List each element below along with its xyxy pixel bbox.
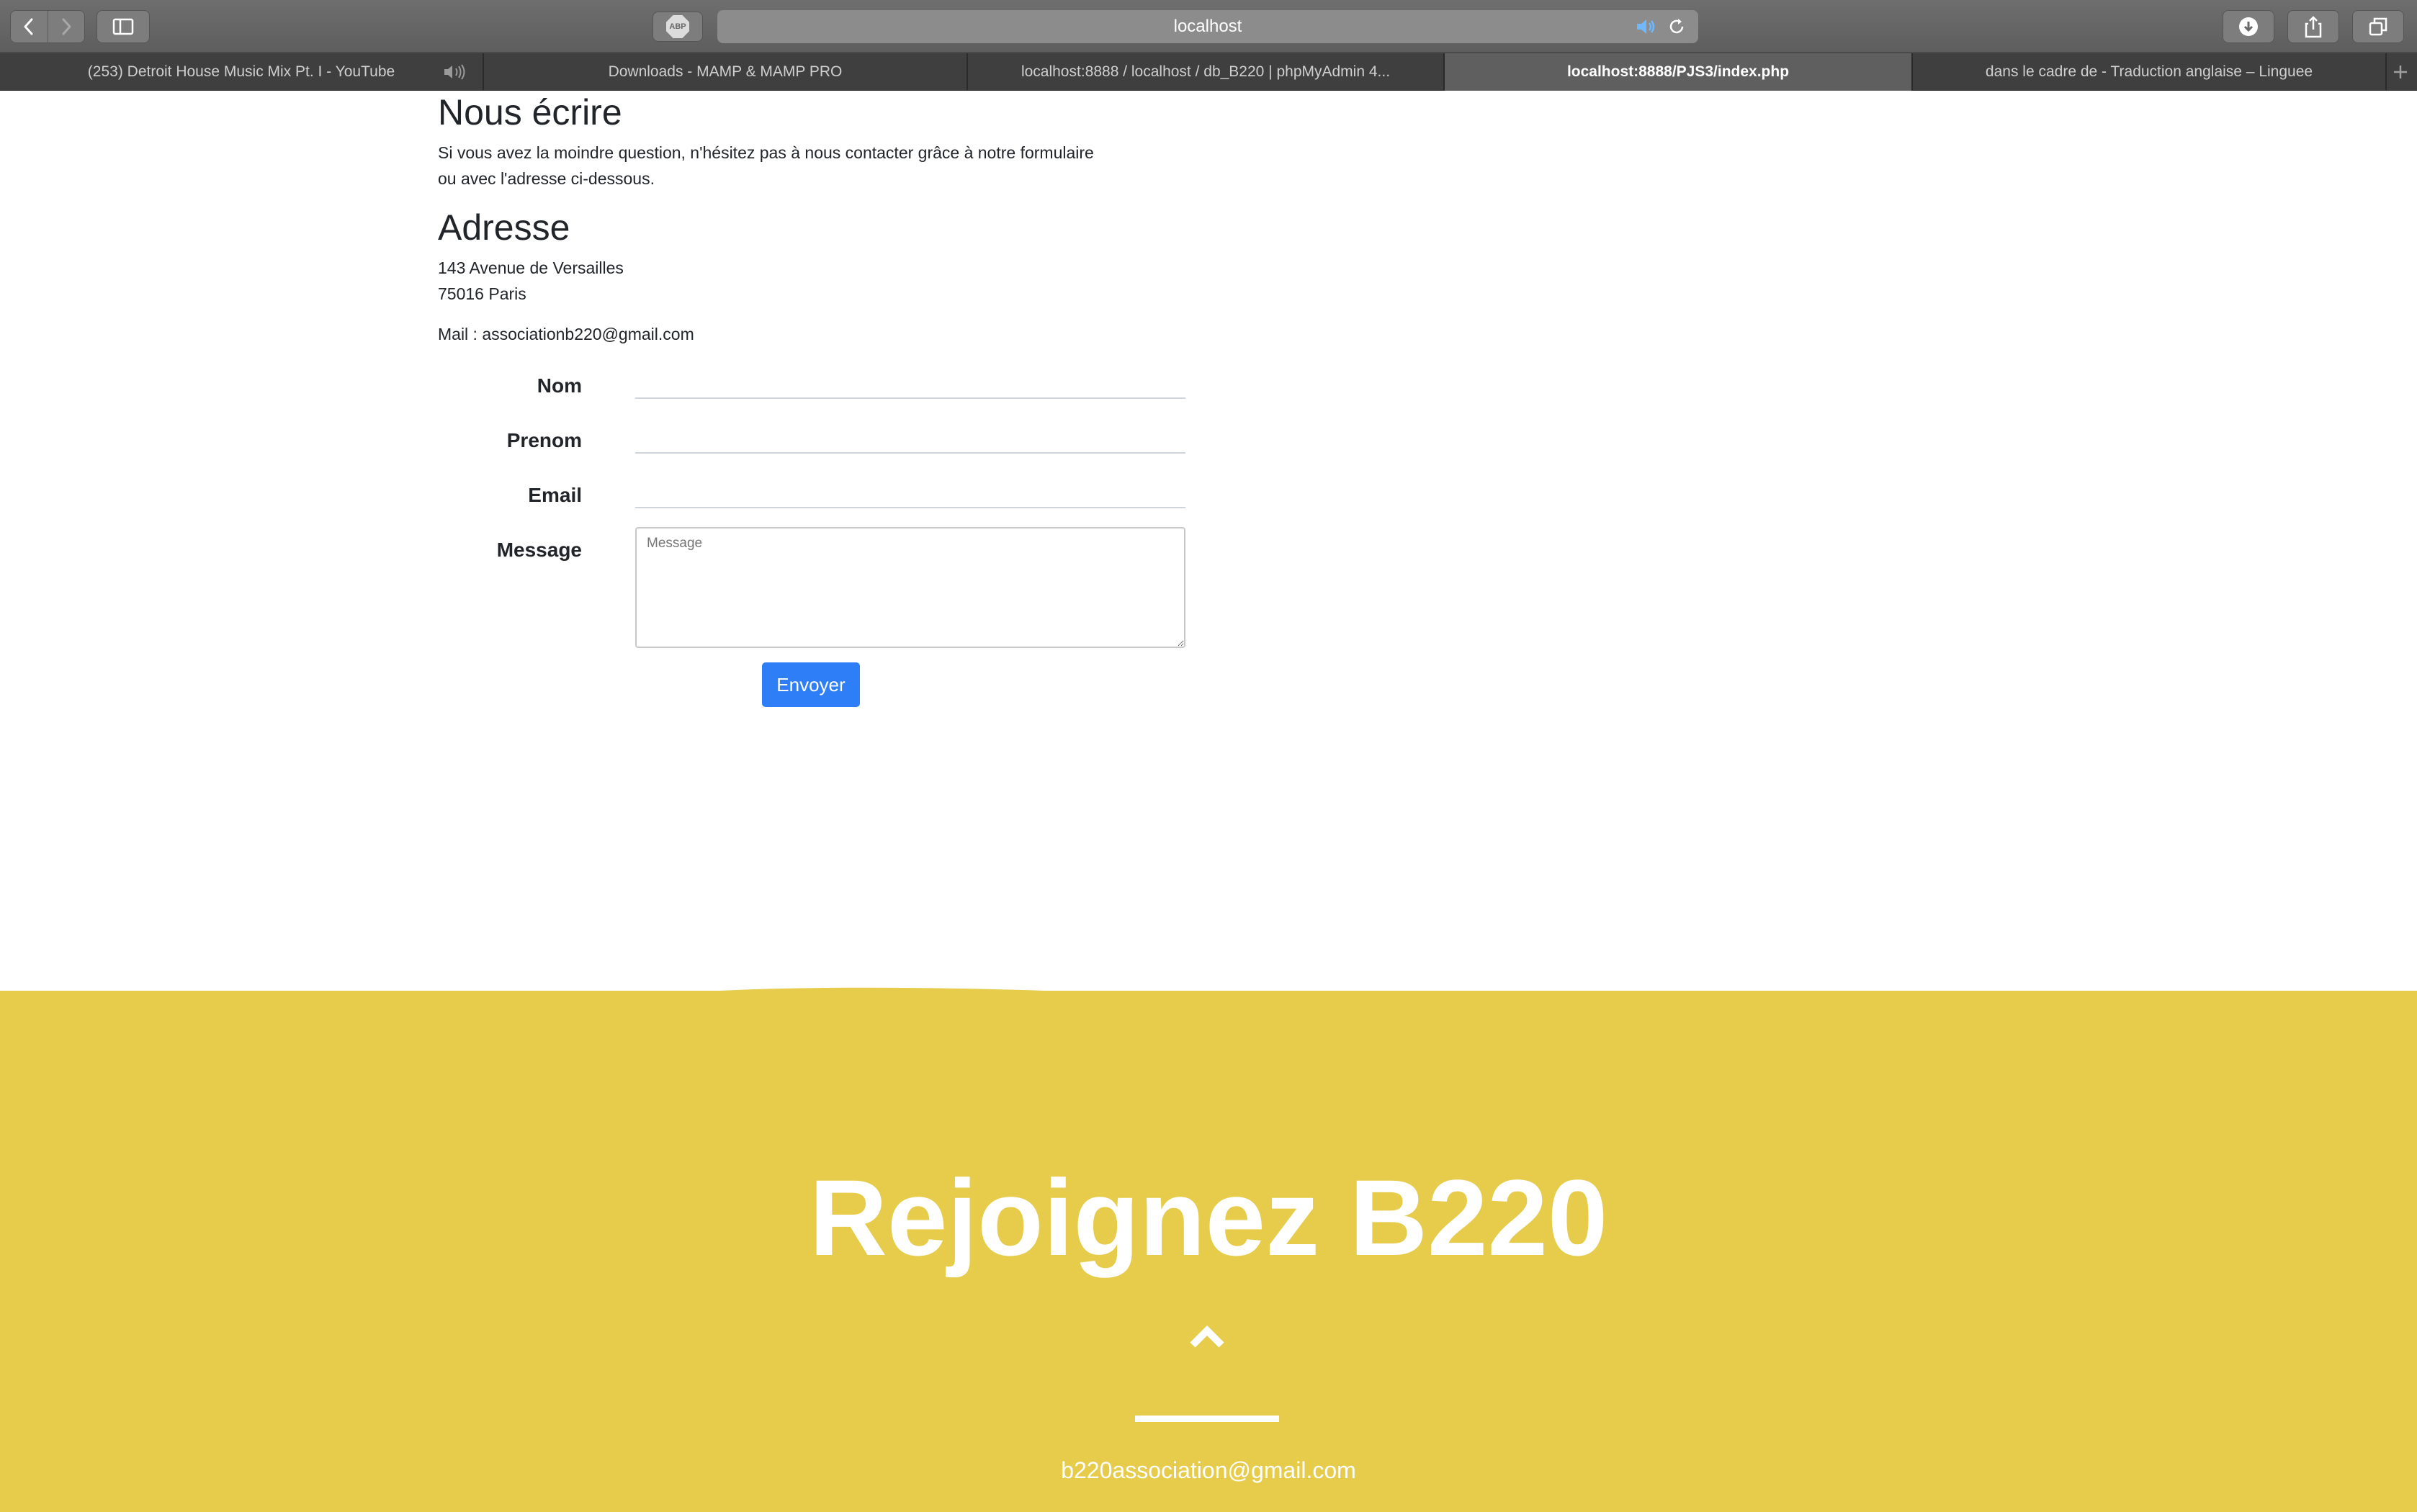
nav-buttons: [10, 10, 85, 43]
chevron-right-icon: [62, 18, 71, 35]
message-label: Message: [496, 539, 582, 561]
chevron-up-icon[interactable]: [1187, 1322, 1227, 1351]
nom-label: Nom: [537, 374, 582, 397]
share-icon: [2305, 16, 2322, 38]
tab-title: (253) Detroit House Music Mix Pt. I - Yo…: [87, 63, 395, 80]
nom-input[interactable]: [635, 370, 1185, 399]
tab-phpmyadmin[interactable]: localhost:8888 / localhost / db_B220 | p…: [968, 53, 1445, 91]
contact-mail: Mail : associationb220@gmail.com: [438, 325, 694, 343]
back-button[interactable]: [11, 11, 48, 42]
footer-title: Rejoignez B220: [809, 1157, 1608, 1278]
download-icon: [2239, 17, 2258, 36]
tab-title: dans le cadre de - Traduction anglaise –…: [1985, 63, 2313, 80]
tab-bar: (253) Detroit House Music Mix Pt. I - Yo…: [0, 53, 2417, 91]
contact-intro: Si vous avez la moindre question, n'hési…: [438, 140, 1172, 192]
reload-icon[interactable]: [1667, 17, 1687, 37]
contact-heading: Nous écrire: [438, 92, 622, 132]
new-tab-button[interactable]: [2387, 53, 2414, 91]
address-heading: Adresse: [438, 207, 570, 248]
adblock-button[interactable]: ABP: [653, 12, 703, 42]
tab-title: localhost:8888 / localhost / db_B220 | p…: [1021, 63, 1391, 80]
forward-button[interactable]: [47, 11, 85, 42]
share-button[interactable]: [2287, 10, 2339, 43]
tab-index-php[interactable]: localhost:8888/PJS3/index.php: [1445, 53, 1913, 91]
tab-title: Downloads - MAMP & MAMP PRO: [608, 63, 843, 80]
plus-icon: [2394, 66, 2407, 78]
email-label: Email: [528, 484, 582, 506]
send-button[interactable]: Envoyer: [762, 662, 860, 707]
address-block: 143 Avenue de Versailles 75016 Paris: [438, 255, 624, 307]
downloads-button[interactable]: [2223, 10, 2274, 43]
address-street: 143 Avenue de Versailles: [438, 258, 624, 277]
prenom-label: Prenom: [506, 429, 582, 451]
message-textarea[interactable]: [635, 527, 1185, 648]
tab-youtube[interactable]: (253) Detroit House Music Mix Pt. I - Yo…: [0, 53, 484, 91]
footer-divider: [1135, 1416, 1279, 1422]
address-city: 75016 Paris: [438, 284, 526, 303]
prenom-input[interactable]: [635, 425, 1185, 454]
intro-line: ou avec l'adresse ci-dessous.: [438, 169, 655, 188]
adblock-icon: ABP: [666, 15, 689, 38]
intro-line: Si vous avez la moindre question, n'hési…: [438, 143, 1094, 162]
chevron-left-icon: [24, 18, 33, 35]
footer-email: b220association@gmail.com: [1061, 1457, 1356, 1483]
speaker-icon[interactable]: [1635, 17, 1656, 36]
sidebar-button[interactable]: [97, 10, 150, 43]
tab-linguee[interactable]: dans le cadre de - Traduction anglaise –…: [1913, 53, 2387, 91]
sidebar-icon: [112, 18, 134, 35]
address-text: localhost: [1173, 17, 1242, 36]
address-bar[interactable]: localhost: [717, 10, 1698, 43]
browser-toolbar: ABP localhost: [0, 0, 2417, 53]
tabs-overview-icon: [2369, 17, 2387, 36]
speaker-icon[interactable]: [442, 63, 470, 81]
tab-mamp[interactable]: Downloads - MAMP & MAMP PRO: [484, 53, 968, 91]
page-viewport: Nous écrire Si vous avez la moindre ques…: [0, 91, 2417, 1512]
tabs-overview-button[interactable]: [2352, 10, 2404, 43]
tab-title: localhost:8888/PJS3/index.php: [1566, 63, 1790, 80]
email-input[interactable]: [635, 480, 1185, 508]
